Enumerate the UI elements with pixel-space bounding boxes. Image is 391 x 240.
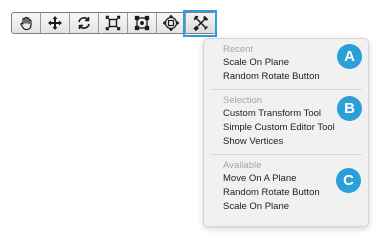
menu-item-selection-2[interactable]: Simple Custom Editor Tool: [204, 121, 368, 135]
rotate-icon: [76, 15, 92, 31]
rotate-tool-button[interactable]: [70, 13, 99, 33]
menu-divider: [210, 89, 362, 90]
hand-icon: [18, 15, 34, 31]
page: Recent Scale On Plane Random Rotate Butt…: [0, 0, 391, 240]
callout-badge-a: A: [337, 44, 362, 69]
menu-item-selection-3[interactable]: Show Vertices: [204, 135, 368, 149]
tools-toolbar: [11, 12, 216, 34]
menu-item-recent-2[interactable]: Random Rotate Button: [204, 70, 368, 84]
transform-tool-button[interactable]: [157, 13, 186, 33]
scale-icon: [105, 15, 121, 31]
menu-divider: [210, 154, 362, 155]
scale-tool-button[interactable]: [99, 13, 128, 33]
rect-transform-icon: [134, 15, 150, 31]
callout-badge-c: C: [336, 168, 361, 193]
callout-badge-b: B: [337, 96, 362, 121]
custom-tools-button[interactable]: [186, 13, 215, 33]
view-tool-button[interactable]: [12, 13, 41, 33]
custom-tools-icon: [192, 15, 209, 31]
rect-tool-button[interactable]: [128, 13, 157, 33]
transform-combined-icon: [163, 15, 179, 31]
move-arrows-icon: [47, 15, 63, 31]
menu-item-available-3[interactable]: Scale On Plane: [204, 200, 368, 214]
move-tool-button[interactable]: [41, 13, 70, 33]
